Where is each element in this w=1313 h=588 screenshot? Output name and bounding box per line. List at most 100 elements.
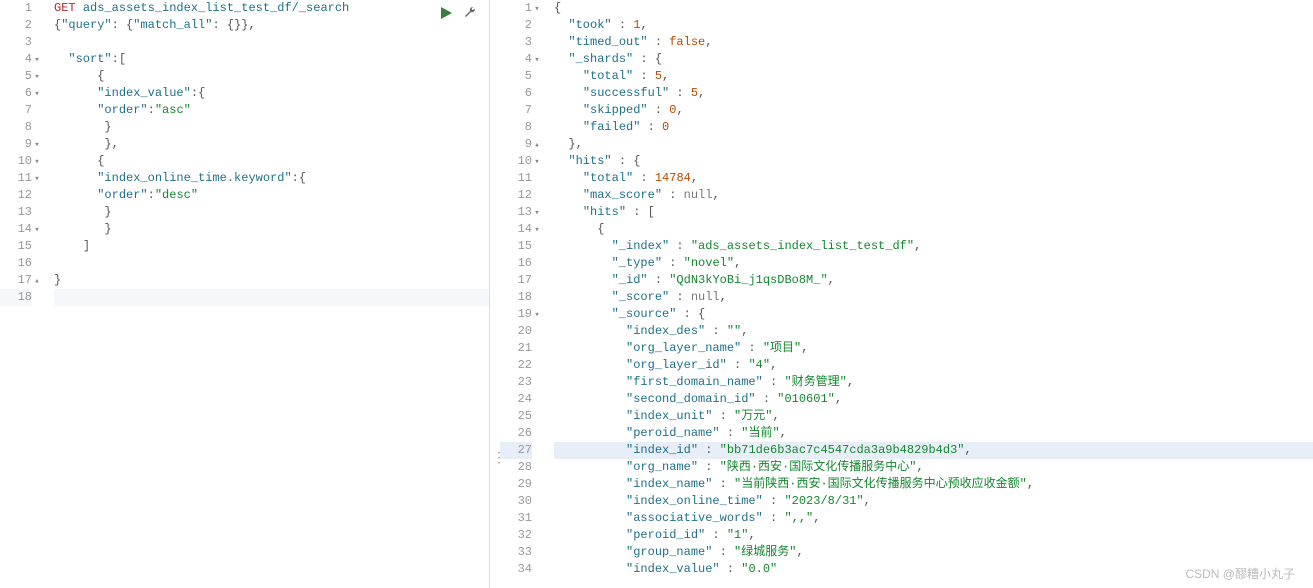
code-line: "_score" : null, bbox=[554, 289, 1313, 306]
code-line: "order":"asc" bbox=[54, 102, 489, 119]
request-pane: 1234▾5▾6▾789▾10▾11▾121314▾151617▴18 GET … bbox=[0, 0, 490, 588]
line-number: 34 bbox=[500, 561, 532, 578]
code-line: "took" : 1, bbox=[554, 17, 1313, 34]
code-line: "org_layer_name" : "项目", bbox=[554, 340, 1313, 357]
line-number: 19▾ bbox=[500, 306, 532, 323]
line-number: 21 bbox=[500, 340, 532, 357]
line-number: 2 bbox=[500, 17, 532, 34]
code-left[interactable]: GET ads_assets_index_list_test_df/_searc… bbox=[40, 0, 489, 588]
code-line: GET ads_assets_index_list_test_df/_searc… bbox=[54, 0, 489, 17]
fold-icon[interactable]: ▾ bbox=[32, 171, 42, 188]
code-line: "successful" : 5, bbox=[554, 85, 1313, 102]
line-number: 1▾ bbox=[500, 0, 532, 17]
code-line: { bbox=[54, 68, 489, 85]
code-line: "sort":[ bbox=[54, 51, 489, 68]
code-line: "failed" : 0 bbox=[554, 119, 1313, 136]
code-line bbox=[54, 255, 489, 272]
code-line: "order":"desc" bbox=[54, 187, 489, 204]
fold-icon[interactable]: ▾ bbox=[532, 222, 542, 239]
code-line: "index_des" : "", bbox=[554, 323, 1313, 340]
fold-icon[interactable]: ▾ bbox=[32, 86, 42, 103]
line-number: 10▾ bbox=[0, 153, 32, 170]
line-number: 32 bbox=[500, 527, 532, 544]
line-number: 10▾ bbox=[500, 153, 532, 170]
line-number: 3 bbox=[0, 34, 32, 51]
fold-icon[interactable]: ▾ bbox=[32, 137, 42, 154]
line-number: 22 bbox=[500, 357, 532, 374]
code-line: } bbox=[54, 119, 489, 136]
line-number: 17 bbox=[500, 272, 532, 289]
code-line: "skipped" : 0, bbox=[554, 102, 1313, 119]
fold-icon[interactable]: ▾ bbox=[532, 52, 542, 69]
line-number: 5 bbox=[500, 68, 532, 85]
code-line: "_type" : "novel", bbox=[554, 255, 1313, 272]
line-number: 7 bbox=[500, 102, 532, 119]
line-number: 9▴ bbox=[500, 136, 532, 153]
code-line: "hits" : { bbox=[554, 153, 1313, 170]
code-line: "index_name" : "当前陕西·西安·国际文化传播服务中心预收应收金额… bbox=[554, 476, 1313, 493]
code-line: "_shards" : { bbox=[554, 51, 1313, 68]
fold-icon[interactable]: ▾ bbox=[532, 307, 542, 324]
gutter-left: 1234▾5▾6▾789▾10▾11▾121314▾151617▴18 bbox=[0, 0, 40, 588]
request-editor[interactable]: 1234▾5▾6▾789▾10▾11▾121314▾151617▴18 GET … bbox=[0, 0, 489, 588]
line-number: 30 bbox=[500, 493, 532, 510]
fold-icon[interactable]: ▾ bbox=[32, 154, 42, 171]
gutter-right: 1▾234▾56789▴10▾111213▾14▾1516171819▾2021… bbox=[500, 0, 540, 588]
code-line: "associative_words" : ",,", bbox=[554, 510, 1313, 527]
fold-icon[interactable]: ▴ bbox=[532, 137, 542, 154]
line-number: 29 bbox=[500, 476, 532, 493]
line-number: 16 bbox=[0, 255, 32, 272]
code-line: "index_online_time" : "2023/8/31", bbox=[554, 493, 1313, 510]
code-line: "_source" : { bbox=[554, 306, 1313, 323]
code-line: } bbox=[54, 204, 489, 221]
code-right: { "took" : 1, "timed_out" : false, "_sha… bbox=[540, 0, 1313, 588]
line-number: 8 bbox=[500, 119, 532, 136]
play-icon[interactable] bbox=[439, 6, 453, 20]
code-line bbox=[54, 289, 489, 306]
line-number: 7 bbox=[0, 102, 32, 119]
response-pane: 1▾234▾56789▴10▾111213▾14▾1516171819▾2021… bbox=[500, 0, 1313, 588]
code-line: "peroid_id" : "1", bbox=[554, 527, 1313, 544]
line-number: 14▾ bbox=[0, 221, 32, 238]
line-number: 6▾ bbox=[0, 85, 32, 102]
fold-icon[interactable]: ▾ bbox=[532, 205, 542, 222]
code-line: "first_domain_name" : "财务管理", bbox=[554, 374, 1313, 391]
line-number: 15 bbox=[0, 238, 32, 255]
code-line: { bbox=[554, 0, 1313, 17]
wrench-icon[interactable] bbox=[463, 6, 477, 20]
fold-icon[interactable]: ▴ bbox=[32, 273, 42, 290]
fold-icon[interactable]: ▾ bbox=[32, 52, 42, 69]
code-line: "_index" : "ads_assets_index_list_test_d… bbox=[554, 238, 1313, 255]
line-number: 12 bbox=[0, 187, 32, 204]
code-line: "org_name" : "陕西·西安·国际文化传播服务中心", bbox=[554, 459, 1313, 476]
line-number: 18 bbox=[500, 289, 532, 306]
line-number: 6 bbox=[500, 85, 532, 102]
line-number: 12 bbox=[500, 187, 532, 204]
line-number: 4▾ bbox=[0, 51, 32, 68]
line-number: 13 bbox=[0, 204, 32, 221]
code-line bbox=[54, 34, 489, 51]
code-line: }, bbox=[554, 136, 1313, 153]
code-line: "timed_out" : false, bbox=[554, 34, 1313, 51]
code-line: "second_domain_id" : "010601", bbox=[554, 391, 1313, 408]
splitter[interactable] bbox=[490, 0, 500, 588]
fold-icon[interactable]: ▾ bbox=[532, 1, 542, 18]
fold-icon[interactable]: ▾ bbox=[532, 154, 542, 171]
line-number: 18 bbox=[0, 289, 32, 306]
code-line: } bbox=[54, 272, 489, 289]
run-controls bbox=[439, 6, 477, 20]
code-line: "peroid_name" : "当前", bbox=[554, 425, 1313, 442]
code-line: { bbox=[54, 153, 489, 170]
line-number: 27 bbox=[500, 442, 532, 459]
code-line: "index_value":{ bbox=[54, 85, 489, 102]
fold-icon[interactable]: ▾ bbox=[32, 69, 42, 86]
line-number: 17▴ bbox=[0, 272, 32, 289]
line-number: 8 bbox=[0, 119, 32, 136]
code-line: "total" : 14784, bbox=[554, 170, 1313, 187]
response-viewer[interactable]: 1▾234▾56789▴10▾111213▾14▾1516171819▾2021… bbox=[500, 0, 1313, 588]
fold-icon[interactable]: ▾ bbox=[32, 222, 42, 239]
line-number: 14▾ bbox=[500, 221, 532, 238]
line-number: 28 bbox=[500, 459, 532, 476]
line-number: 11▾ bbox=[0, 170, 32, 187]
code-line: { bbox=[554, 221, 1313, 238]
